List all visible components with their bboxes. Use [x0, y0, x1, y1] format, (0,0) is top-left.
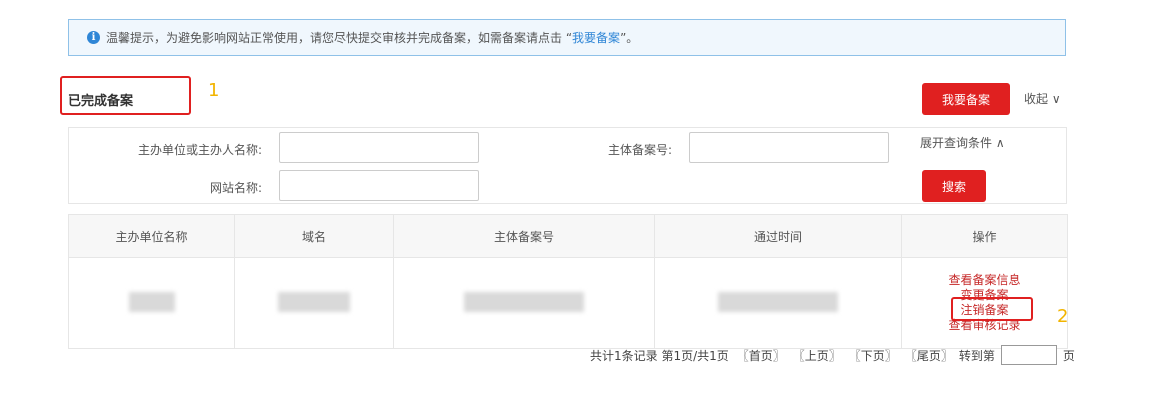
record-no-cell: [393, 257, 655, 349]
prev-page-link[interactable]: 〖上页〗: [793, 347, 841, 364]
table-header-row: 主办单位名称 域名 主体备案号 通过时间 操作: [68, 214, 1068, 258]
redacted-domain: [278, 291, 350, 312]
record-no-label: 主体备案号:: [607, 143, 672, 157]
column-header: 主办单位名称: [68, 214, 235, 258]
approved-time-cell: [654, 257, 902, 349]
annotation-box-2: [951, 297, 1033, 321]
redacted-approved-time: [718, 291, 838, 312]
annotation-box-1: [60, 76, 191, 115]
column-header: 操作: [901, 214, 1068, 258]
search-button[interactable]: 搜索: [922, 170, 986, 202]
notice-bar: i 温馨提示，为避免影响网站正常使用，请您尽快提交审核并完成备案，如需备案请点击…: [68, 19, 1066, 56]
redacted-owner: [128, 291, 175, 312]
apply-record-button[interactable]: 我要备案: [922, 83, 1010, 115]
owner-label: 主办单位或主办人名称:: [137, 143, 262, 157]
first-page-link[interactable]: 〖首页〗: [737, 347, 785, 364]
last-page-link[interactable]: 〖尾页〗: [905, 347, 953, 364]
annotation-number-1: 1: [208, 80, 220, 101]
pager-summary: 共计1条记录 第1页/共1页: [590, 348, 729, 363]
notice-apply-link[interactable]: 我要备案: [572, 29, 620, 46]
redacted-record-no: [464, 291, 584, 312]
notice-text: 温馨提示，为避免影响网站正常使用，请您尽快提交审核并完成备案，如需备案请点击 “: [106, 31, 573, 45]
collapse-toggle[interactable]: 收起 ∨: [1024, 90, 1061, 107]
owner-input[interactable]: [279, 132, 479, 163]
goto-page-input[interactable]: [1000, 345, 1057, 365]
next-page-link[interactable]: 〖下页〗: [849, 347, 897, 364]
site-name-label: 网站名称:: [209, 181, 262, 195]
info-icon: i: [87, 31, 100, 44]
page-unit-label: 页: [1062, 348, 1075, 363]
notice-suffix: ”。: [620, 31, 639, 45]
record-no-input[interactable]: [689, 132, 889, 163]
pagination: 共计1条记录 第1页/共1页 〖首页〗 〖上页〗 〖下页〗 〖尾页〗 转到第 页: [590, 344, 1075, 366]
view-record-link[interactable]: 查看备案信息: [948, 273, 1020, 288]
owner-cell: [68, 257, 235, 349]
column-header: 通过时间: [654, 214, 902, 258]
column-header: 主体备案号: [393, 214, 655, 258]
annotation-number-2: 2: [1057, 306, 1069, 327]
records-table: 主办单位名称 域名 主体备案号 通过时间 操作 查看备案信息 变更备案 注销备案…: [68, 214, 1068, 349]
expand-conditions-toggle[interactable]: 展开查询条件 ∧: [920, 134, 1005, 151]
table-row: 查看备案信息 变更备案 注销备案 查看审核记录: [68, 257, 1068, 349]
goto-label: 转到第: [958, 348, 995, 363]
site-name-input[interactable]: [279, 170, 479, 201]
column-header: 域名: [234, 214, 394, 258]
domain-cell: [234, 257, 394, 349]
